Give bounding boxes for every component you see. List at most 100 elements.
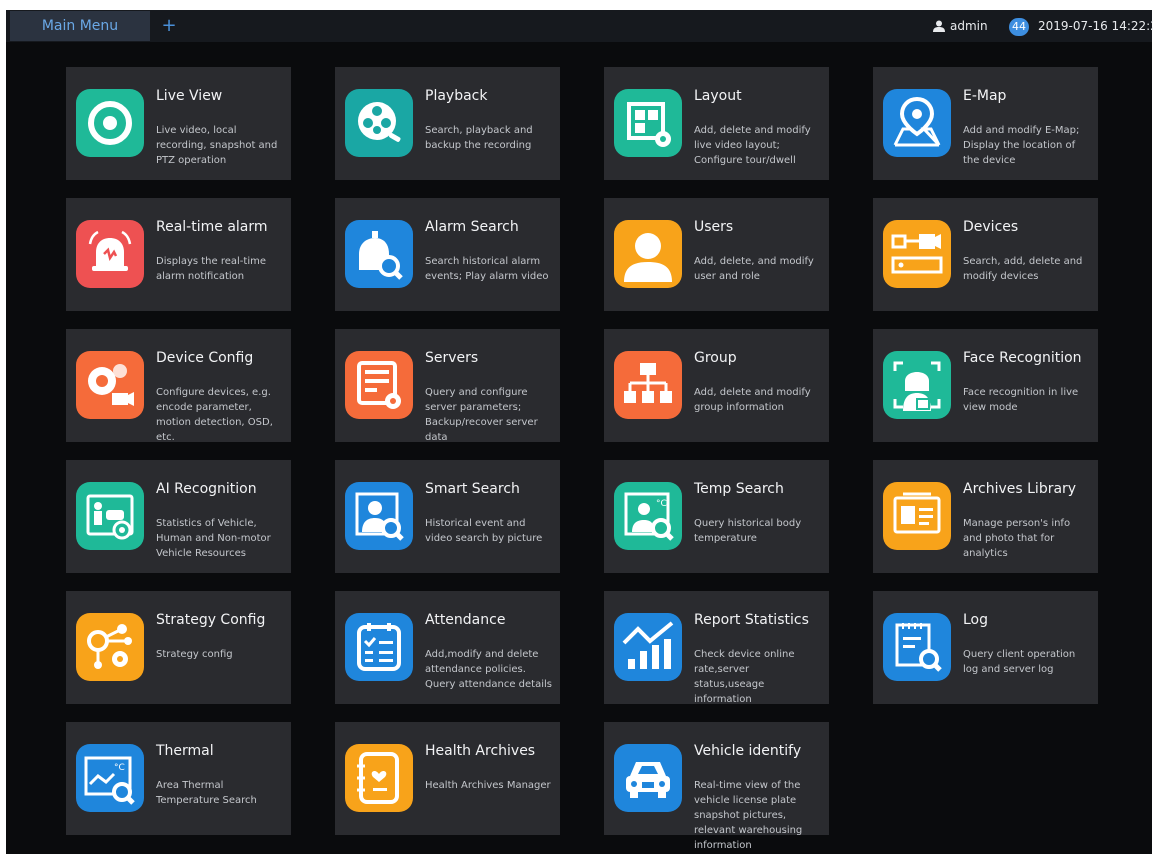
svg-text:°C: °C [656,499,667,509]
module-card-group[interactable]: Group Add, delete and modify group inform… [604,329,829,442]
module-title: Report Statistics [694,612,809,628]
module-description: Add, delete and modify live video layout… [694,125,811,166]
device-config-icon [76,351,144,419]
vehicle-icon [614,744,682,812]
module-description: Real-time view of the vehicle license pl… [694,780,803,851]
module-description: Search, add, delete and modify devices [963,256,1083,282]
module-card-alarm-search[interactable]: Alarm Search Search historical alarm even… [335,198,560,311]
thermal-icon: °C [76,744,144,812]
module-description: Displays the real-time alarm notificatio… [156,256,266,282]
emap-icon [883,89,951,157]
module-title: Group [694,350,737,366]
smart-search-icon [345,482,413,550]
module-title: Archives Library [963,481,1077,497]
module-description: Search historical alarm events; Play ala… [425,256,549,282]
module-card-attendance[interactable]: Attendance Add,modify and delete attendan… [335,591,560,704]
module-title: Smart Search [425,481,520,497]
user-account-icon [933,20,945,32]
module-card-ai-recognition[interactable]: AI Recognition Statistics of Vehicle, Hum… [66,460,291,573]
log-icon [883,613,951,681]
module-card-live-view[interactable]: Live View Live video, local recording, sn… [66,67,291,180]
top-bar: Main Menu + admin 44 2019-07-16 14:22:29 [6,10,1153,42]
module-title: Servers [425,350,479,366]
module-title: Face Recognition [963,350,1082,366]
module-card-report-statistics[interactable]: Report Statistics Check device online rat… [604,591,829,705]
module-title: Devices [963,219,1019,235]
module-description: Area Thermal Temperature Search [156,780,257,806]
module-title: Users [694,219,734,235]
notification-badge[interactable]: 44 [1009,18,1029,36]
module-card-playback[interactable]: Playback Search, playback and backup the … [335,67,560,180]
module-description: Query historical body temperature [694,518,802,544]
module-card-strategy-config[interactable]: Strategy Config Strategy config [66,591,291,704]
module-card-devices[interactable]: Devices Search, add, delete and modify de… [873,198,1098,311]
module-card-archives-library[interactable]: Archives Library Manage person's info and… [873,460,1098,573]
module-description: Add, delete and modify group information [694,387,811,413]
username: admin [950,19,988,33]
report-icon [614,613,682,681]
module-description: Search, playback and backup the recordin… [425,125,533,151]
svg-text:°C: °C [114,763,125,773]
module-title: Log [963,612,989,628]
module-card-temp-search[interactable]: °C Temp Search Query historical body tempe… [604,460,829,573]
ai-recognition-icon [76,482,144,550]
alarm-search-icon [345,220,413,288]
module-card-health-archives[interactable]: Health Archives Health Archives Manager [335,722,560,835]
live-view-icon [76,89,144,157]
module-description: Strategy config [156,649,233,660]
module-card-servers[interactable]: Servers Query and configure server parame… [335,329,560,443]
module-description: Historical event and video search by pic… [425,518,543,544]
module-title: Playback [425,88,488,104]
group-icon [614,351,682,419]
alarm-bell-icon [76,220,144,288]
module-title: Device Config [156,350,254,366]
tab-main-menu[interactable]: Main Menu [10,11,150,41]
module-title: Temp Search [694,481,784,497]
module-card-smart-search[interactable]: Smart Search Historical event and video s… [335,460,560,573]
module-title: Layout [694,88,742,104]
module-card-log[interactable]: Log Query client operation log and server… [873,591,1098,704]
module-card-users[interactable]: Users Add, delete, and modify user and ro… [604,198,829,311]
module-card-device-config[interactable]: Device Config Configure devices, e.g. enc… [66,329,291,443]
module-description: Add,modify and delete attendance policie… [425,649,552,690]
module-description: Query and configure server parameters; B… [425,387,538,443]
user-icon [614,220,682,288]
module-title: Attendance [425,612,506,628]
attendance-icon [345,613,413,681]
module-title: E-Map [963,88,1007,104]
module-card-vehicle-identify[interactable]: Vehicle identify Real-time view of the ve… [604,722,829,851]
strategy-icon [76,613,144,681]
module-title: Vehicle identify [694,743,802,759]
devices-icon [883,220,951,288]
module-description: Manage person's info and photo that for … [963,518,1071,559]
module-title: Thermal [156,743,214,759]
add-tab-button[interactable]: + [154,11,184,41]
module-description: Statistics of Vehicle, Human and Non-mot… [156,518,271,559]
module-title: Alarm Search [425,219,519,235]
user-account[interactable]: admin [932,10,988,42]
datetime: 2019-07-16 14:22:29 [1038,19,1153,33]
module-description: Face recognition in live view mode [963,387,1079,413]
module-description: Add, delete, and modify user and role [694,256,814,282]
module-card-real-time-alarm[interactable]: Real-time alarm Displays the real-time al… [66,198,291,311]
health-archives-icon [345,744,413,812]
module-title: AI Recognition [156,481,257,497]
module-title: Health Archives [425,743,536,759]
temp-search-icon: °C [614,482,682,550]
layout-icon [614,89,682,157]
module-description: Add and modify E-Map; Display the locati… [963,125,1080,166]
archives-icon [883,482,951,550]
module-card-face-recognition[interactable]: Face Recognition Face recognition in live… [873,329,1098,442]
module-card-e-map[interactable]: E-Map Add and modify E-Map; Display the l… [873,67,1098,180]
module-description: Check device online rate,server status,u… [694,649,795,705]
module-title: Strategy Config [156,612,266,628]
module-description: Query client operation log and server lo… [963,649,1076,675]
face-recognition-icon [883,351,951,419]
module-description: Health Archives Manager [425,780,551,791]
module-card-layout[interactable]: Layout Add, delete and modify live video … [604,67,829,180]
module-description: Configure devices, e.g. encode parameter… [156,387,273,443]
module-card-thermal[interactable]: °C Thermal Area Thermal Temperature Search [66,722,291,835]
playback-icon [345,89,413,157]
module-title: Live View [156,88,223,104]
module-title: Real-time alarm [156,219,268,235]
